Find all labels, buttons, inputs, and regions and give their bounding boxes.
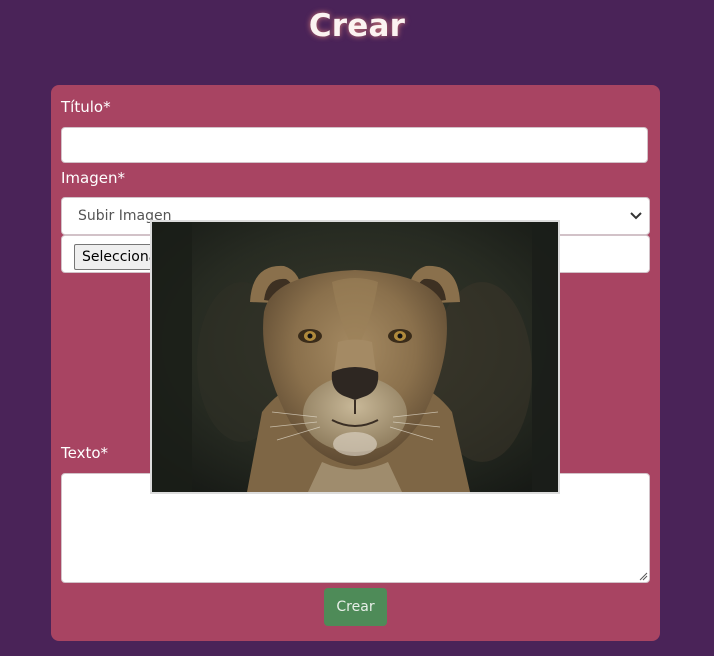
title-label: Título* [61, 98, 111, 116]
resize-grip-icon[interactable] [639, 572, 648, 581]
create-button[interactable]: Crear [324, 588, 387, 626]
image-preview [150, 220, 560, 494]
lioness-photo [152, 222, 558, 492]
title-input[interactable] [61, 127, 648, 163]
text-label: Texto* [61, 444, 109, 462]
image-label: Imagen* [61, 169, 125, 187]
chevron-down-icon [630, 212, 642, 220]
page-title: Crear [308, 8, 406, 44]
